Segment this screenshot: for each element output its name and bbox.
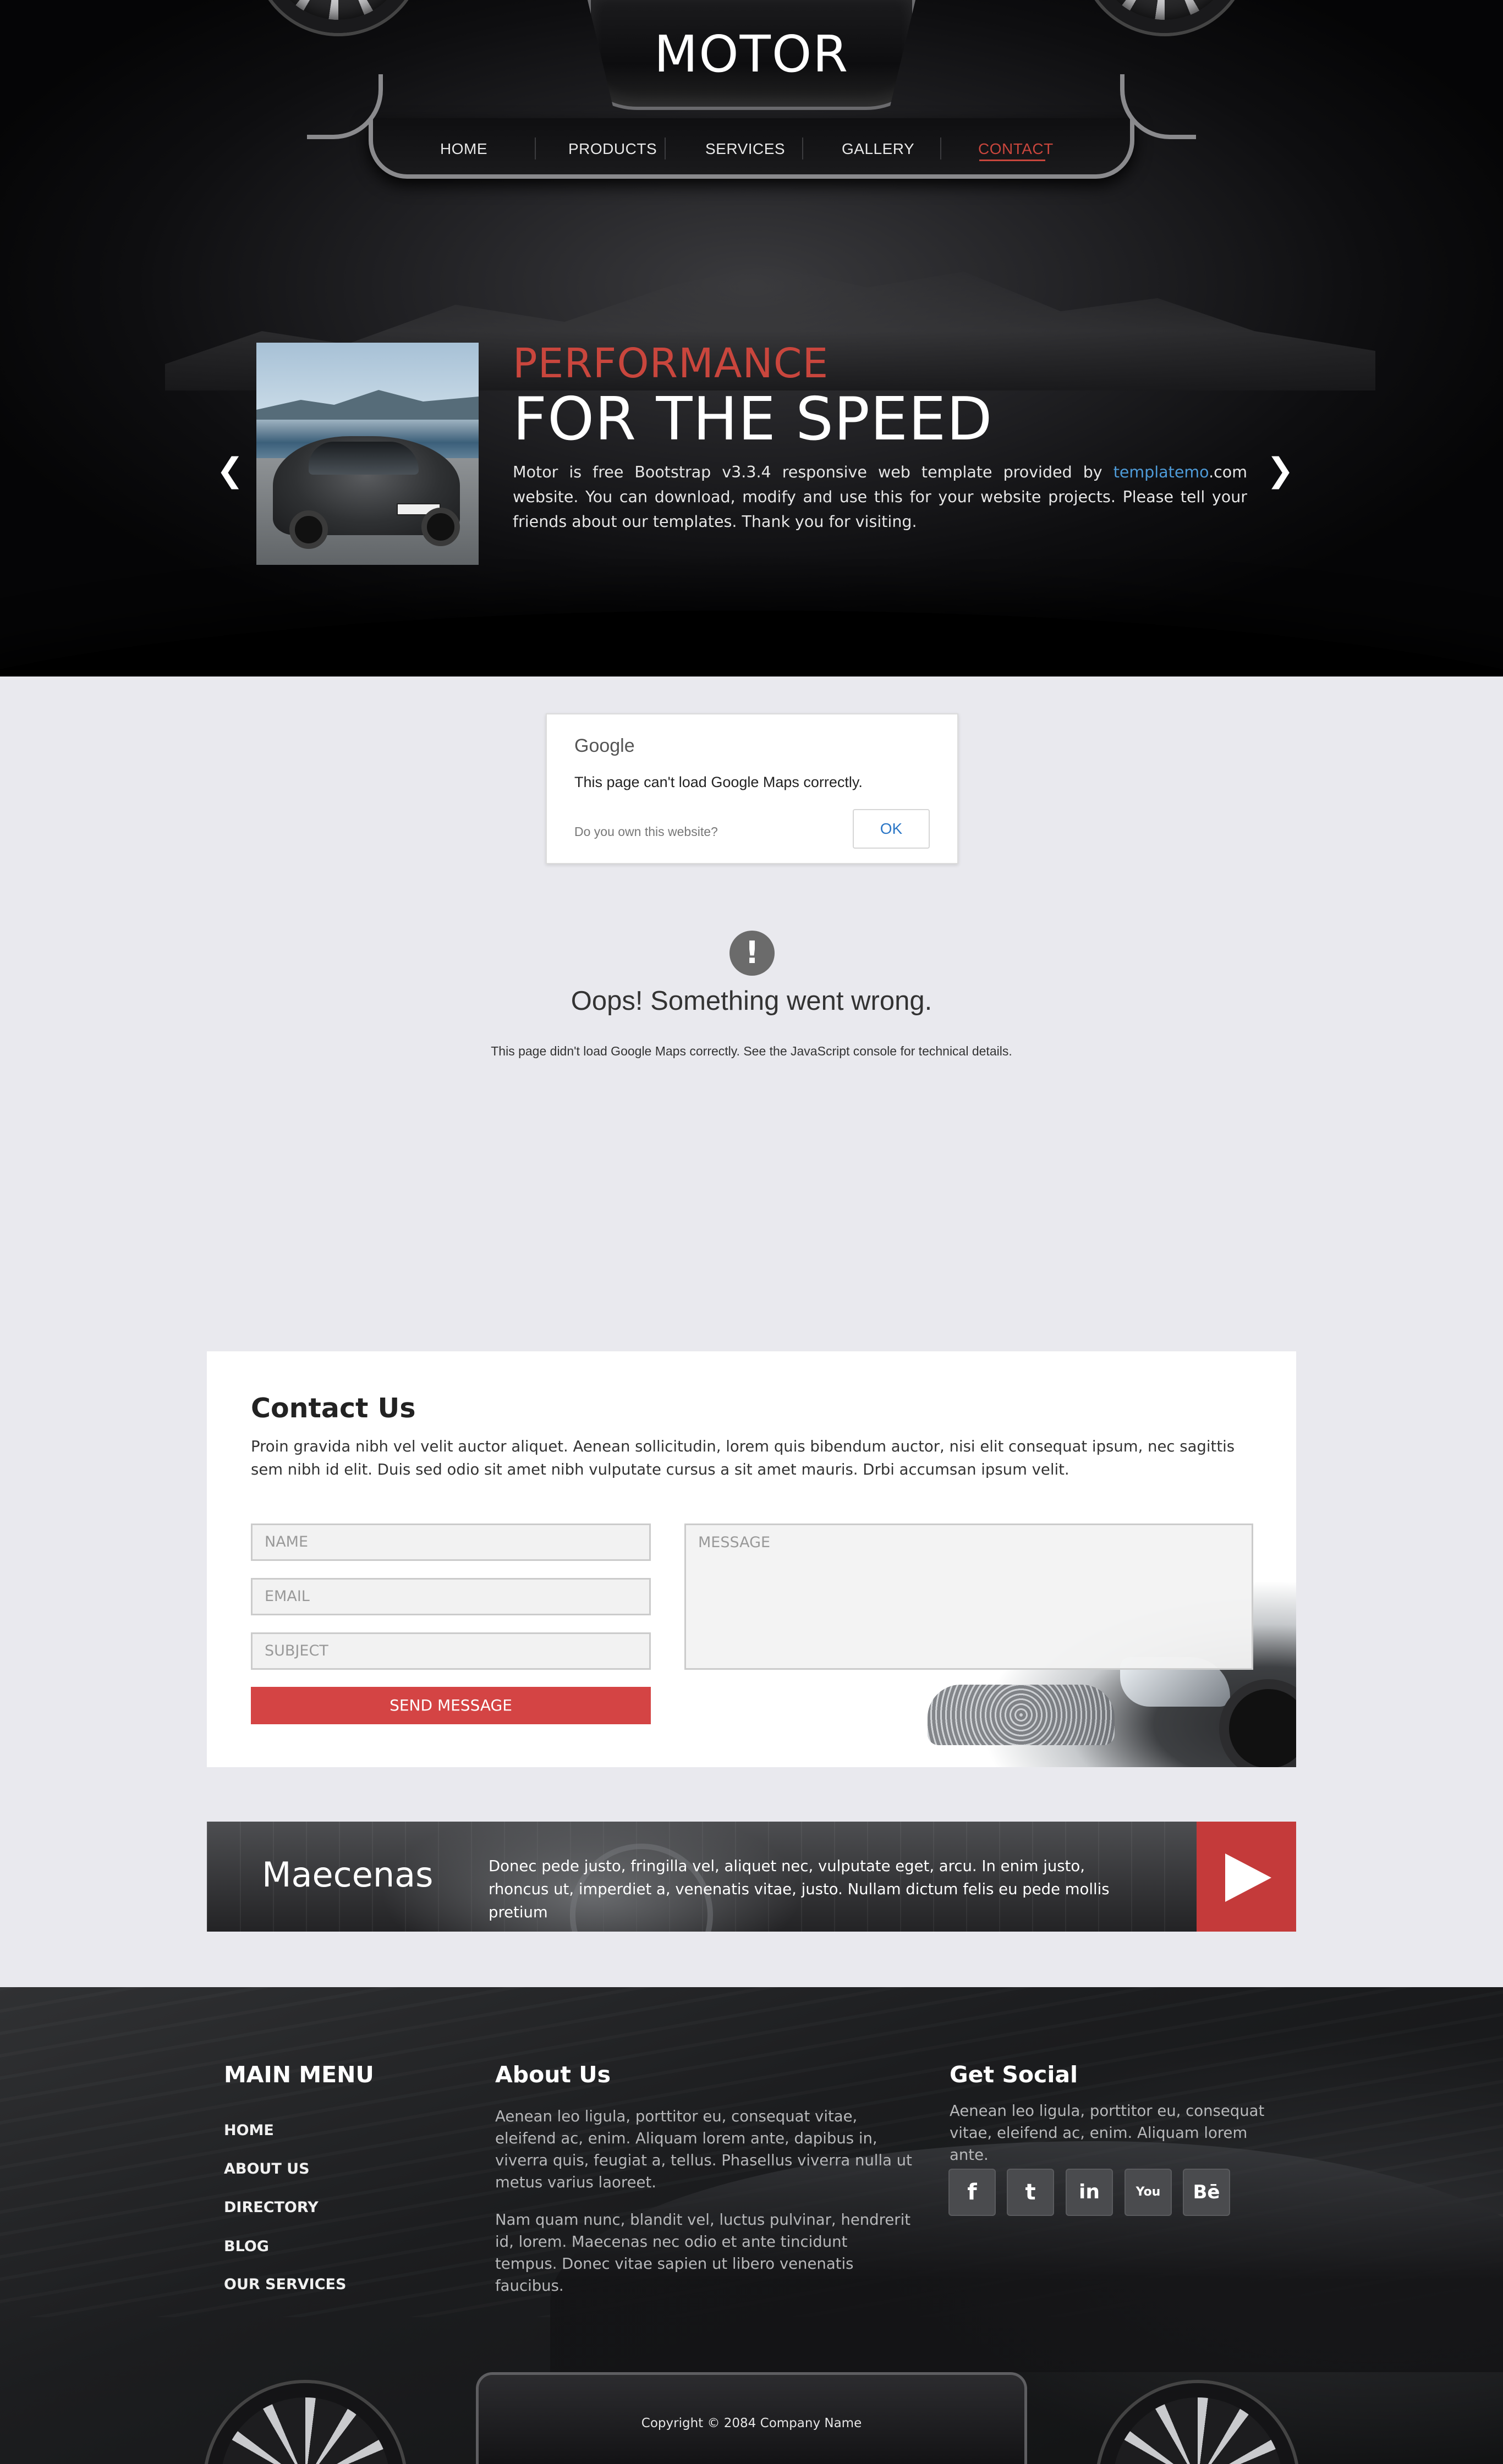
nav-products[interactable]: PRODUCTS	[568, 140, 657, 158]
photo-hills	[256, 390, 479, 420]
maps-error-dialog: Google This page can't load Google Maps …	[546, 713, 958, 864]
nav-active-underline	[979, 160, 1045, 161]
footer-link-our-services[interactable]: OUR SERVICES	[224, 2276, 346, 2293]
youtube-icon[interactable]: You	[1124, 2169, 1172, 2216]
about-us-title: About Us	[495, 2061, 611, 2088]
banner-title: Maecenas	[262, 1855, 434, 1895]
footer-right-wheel	[1099, 2383, 1297, 2464]
hero-floor-arc	[0, 610, 1503, 676]
warning-icon: !	[729, 931, 775, 976]
footer-link-blog[interactable]: BLOG	[224, 2238, 269, 2255]
slide-title: FOR THE SPEED	[513, 385, 993, 454]
get-social-title: Get Social	[950, 2061, 1078, 2088]
site-logo[interactable]: MOTOR	[588, 25, 915, 84]
footer-link-about-us[interactable]: ABOUT US	[224, 2160, 310, 2177]
about-paragraph: Aenean leo ligula, porttitor eu, consequ…	[495, 2108, 912, 2191]
footer-link-directory[interactable]: DIRECTORY	[224, 2199, 319, 2216]
nav-divider	[802, 138, 803, 160]
left-wheel-illustration	[256, 0, 421, 33]
subject-field[interactable]: SUBJECT	[251, 1632, 651, 1670]
dialog-question[interactable]: Do you own this website?	[574, 824, 718, 839]
slide-kicker: PERFORMANCE	[513, 340, 829, 387]
footer-left-wheel	[206, 2383, 404, 2464]
facebook-icon[interactable]: f	[948, 2169, 996, 2216]
map-section: Google This page can't load Google Maps …	[207, 711, 1296, 1287]
site-footer: MAIN MENU HOME ABOUT US DIRECTORY BLOG O…	[0, 1987, 1503, 2464]
slide-text-part: Motor is free Bootstrap v3.3.4 responsiv…	[513, 463, 1113, 481]
chevron-left-icon[interactable]: ❮	[216, 451, 244, 490]
name-field[interactable]: NAME	[251, 1524, 651, 1561]
nav-gallery[interactable]: GALLERY	[842, 140, 914, 158]
contact-section: Contact Us Proin gravida nibh vel velit …	[207, 1351, 1296, 1767]
linkedin-icon[interactable]: in	[1066, 2169, 1113, 2216]
promo-banner: Maecenas Donec pede justo, fringilla vel…	[207, 1822, 1296, 1932]
footer-link-home[interactable]: HOME	[224, 2122, 274, 2139]
slide-car-photo	[256, 343, 479, 565]
send-message-button[interactable]: SEND MESSAGE	[251, 1687, 651, 1724]
map-error-detail: This page didn't load Google Maps correc…	[491, 1044, 1012, 1058]
email-field[interactable]: EMAIL	[251, 1578, 651, 1615]
twitter-icon[interactable]: t	[1007, 2169, 1054, 2216]
ok-button[interactable]: OK	[853, 809, 930, 849]
contact-intro: Proin gravida nibh vel velit auctor aliq…	[251, 1438, 1235, 1478]
google-logo: Google	[574, 735, 635, 756]
banner-text: Donec pede justo, fringilla vel, aliquet…	[489, 1857, 1110, 1921]
nav-services[interactable]: SERVICES	[705, 140, 785, 158]
right-wheel-illustration	[1082, 0, 1247, 33]
copyright-text: Copyright © 2084 Company Name	[641, 2416, 862, 2430]
nav-home[interactable]: HOME	[440, 140, 487, 158]
nav-divider	[940, 138, 941, 160]
templatemo-link[interactable]: templatemo	[1113, 463, 1209, 481]
main-menu-title: MAIN MENU	[224, 2061, 374, 2088]
nav-divider	[665, 138, 666, 160]
message-field[interactable]: MESSAGE	[684, 1524, 1253, 1670]
map-error-title: Oops! Something went wrong.	[571, 986, 932, 1016]
nav-divider	[535, 138, 536, 160]
chevron-right-icon[interactable]: ❯	[1266, 451, 1294, 490]
about-paragraph: Nam quam nunc, blandit vel, luctus pulvi…	[495, 2211, 910, 2295]
slide-description: Motor is free Bootstrap v3.3.4 responsiv…	[513, 460, 1247, 534]
photo-wheel	[289, 510, 328, 549]
nav-contact[interactable]: CONTACT	[978, 140, 1054, 158]
dialog-message: This page can't load Google Maps correct…	[574, 774, 863, 790]
hero-header: MOTOR HOME PRODUCTS SERVICES GALLERY CON…	[0, 0, 1503, 676]
car-grille	[928, 1685, 1115, 1745]
photo-wheel	[421, 508, 460, 546]
car-tyre	[1219, 1679, 1296, 1767]
social-text: Aenean leo ligula, porttitor eu, consequ…	[950, 2102, 1265, 2164]
behance-icon[interactable]: Bē	[1183, 2169, 1230, 2216]
play-icon[interactable]	[1197, 1822, 1296, 1932]
contact-title: Contact Us	[251, 1393, 416, 1424]
photo-car-windshield	[309, 442, 419, 475]
